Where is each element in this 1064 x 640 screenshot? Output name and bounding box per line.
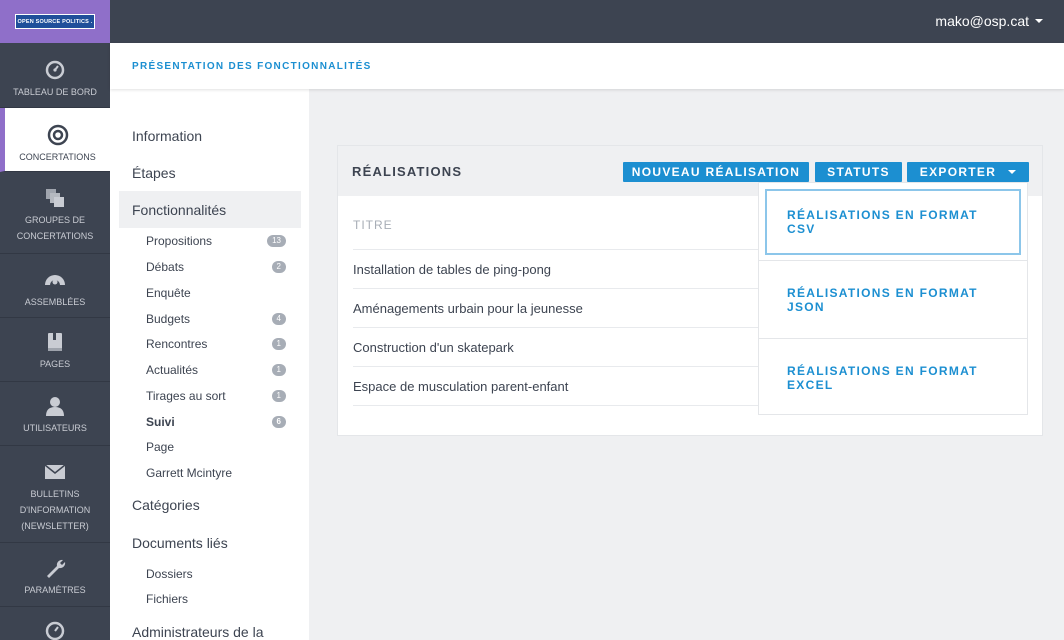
option-format: EXCEL — [787, 378, 834, 392]
dashboard-icon — [43, 58, 67, 82]
row-title: Espace de musculation parent-enfant — [353, 378, 569, 394]
secnav-item-categories[interactable]: Catégories — [119, 486, 301, 523]
export-csv-option[interactable]: RÉALISATIONS EN FORMAT CSV — [759, 183, 1027, 261]
row-title: Installation de tables de ping-pong — [353, 261, 552, 277]
secnav-subitem-label: Tirages au sort — [146, 389, 226, 403]
option-label: RÉALISATIONS EN FORMAT — [787, 364, 978, 378]
table-row[interactable]: Construction d'un skatepark — [353, 327, 773, 366]
secnav-subitem-label: Garrett Mcintyre — [146, 466, 233, 480]
secnav-item-administrateurs[interactable]: Administrateurs de la — [119, 613, 301, 640]
secnav-subitem-page[interactable]: Page — [146, 437, 286, 457]
chevron-down-icon[interactable] — [1035, 19, 1043, 23]
secnav-subitem-label: Enquête — [146, 286, 191, 300]
secnav-subitem-garrett[interactable]: Garrett Mcintyre — [146, 463, 286, 483]
nav-label: PARAMÈTRES — [24, 585, 86, 595]
count-badge: 1 — [271, 390, 286, 402]
table-row[interactable]: Aménagements urbain pour la jeunesse — [353, 288, 773, 327]
new-realisation-button[interactable]: NOUVEAU RÉALISATION — [623, 162, 809, 182]
option-label: RÉALISATIONS EN FORMAT — [787, 285, 978, 300]
secnav-subitem-actualites[interactable]: Actualités 1 — [146, 360, 286, 380]
nav-item-groupes[interactable]: GROUPES DE CONCERTATIONS — [0, 172, 110, 254]
secnav-subitem-dossiers[interactable]: Dossiers — [146, 564, 286, 584]
secnav-subitem-label: Débats — [146, 260, 185, 274]
secnav-subitem-label: Propositions — [146, 234, 213, 248]
secnav-item-documents[interactable]: Documents liés — [119, 524, 301, 561]
secnav-subitem-enquete[interactable]: Enquête — [146, 283, 286, 303]
column-header-titre[interactable]: TITRE — [353, 218, 393, 232]
secnav-item-etapes[interactable]: Étapes — [119, 154, 301, 191]
nav-label: UTILISATEURS — [23, 423, 87, 433]
envelope-icon — [43, 460, 67, 484]
layers-icon — [43, 186, 67, 210]
main-sidebar: OPEN SOURCE POLITICS . TABLEAU DE BORD C… — [0, 0, 110, 640]
export-json-option[interactable]: RÉALISATIONS EN FORMAT JSON — [759, 261, 1027, 339]
secnav-subitem-debats[interactable]: Débats 2 — [146, 257, 286, 277]
nav-label: TABLEAU DE BORD — [13, 87, 97, 97]
logo[interactable]: OPEN SOURCE POLITICS . — [15, 14, 95, 29]
table-row[interactable]: Installation de tables de ping-pong — [353, 249, 773, 288]
secnav-item-fonctionnalites[interactable]: Fonctionnalités — [119, 191, 301, 228]
secnav-subitem-label: Page — [146, 440, 175, 454]
user-icon — [43, 394, 67, 418]
secnav-subitem-label: Actualités — [146, 363, 199, 377]
secnav-subitem-label: Dossiers — [146, 567, 193, 581]
nav-item-utilisateurs[interactable]: UTILISATEURS — [0, 382, 110, 446]
user-menu[interactable]: mako@osp.cat — [935, 13, 1043, 29]
nav-label: PAGES — [39, 359, 71, 369]
nav-label: GROUPES DE CONCERTATIONS — [16, 215, 94, 241]
table-divider — [353, 405, 773, 406]
nav-label: ASSEMBLÉES — [24, 297, 86, 307]
top-bar: mako@osp.cat — [110, 0, 1064, 43]
secnav-subitem-label: Suivi — [146, 415, 175, 429]
count-badge: 13 — [267, 235, 286, 247]
secnav-subitem-label: Rencontres — [146, 337, 208, 351]
statuts-button[interactable]: STATUTS — [815, 162, 902, 182]
row-title: Construction d'un skatepark — [353, 339, 514, 355]
table-row[interactable]: Espace de musculation parent-enfant — [353, 366, 773, 405]
nav-item-dashboard[interactable]: TABLEAU DE BORD — [0, 43, 110, 108]
user-email[interactable]: mako@osp.cat — [935, 13, 1029, 29]
export-button[interactable]: EXPORTER — [907, 162, 1029, 182]
secnav-subitem-budgets[interactable]: Budgets 4 — [146, 309, 286, 329]
logo-area[interactable]: OPEN SOURCE POLITICS . — [0, 0, 110, 43]
count-badge: 1 — [271, 338, 286, 350]
nav-label: CONCERTATIONS — [19, 152, 96, 162]
dashboard-icon — [43, 621, 67, 640]
export-dropdown: RÉALISATIONS EN FORMAT CSV RÉALISATIONS … — [758, 182, 1028, 415]
count-badge: 4 — [271, 313, 286, 325]
count-badge: 2 — [271, 261, 286, 273]
nav-item-concertations[interactable]: CONCERTATIONS — [0, 108, 110, 172]
nav-item-assemblees[interactable]: ASSEMBLÉES — [0, 254, 110, 318]
secnav-subitem-fichiers[interactable]: Fichiers — [146, 589, 286, 609]
card-title: RÉALISATIONS — [352, 164, 463, 179]
export-button-label: EXPORTER — [919, 165, 997, 179]
nav-item-more[interactable] — [0, 607, 110, 640]
secnav-subitem-suivi[interactable]: Suivi 6 — [146, 412, 286, 432]
title-bar: PRÉSENTATION DES FONCTIONNALITÉS — [110, 43, 1064, 89]
count-badge: 1 — [271, 364, 286, 376]
wrench-icon — [43, 556, 67, 580]
secnav-subitem-propositions[interactable]: Propositions 13 — [146, 231, 286, 251]
row-title: Aménagements urbain pour la jeunesse — [353, 300, 583, 316]
option-format: CSV — [787, 221, 816, 236]
book-icon — [43, 330, 67, 354]
secnav-item-information[interactable]: Information — [119, 117, 301, 154]
secnav-subitem-tirages[interactable]: Tirages au sort 1 — [146, 386, 286, 406]
option-format: JSON — [787, 299, 825, 314]
secnav-subitem-rencontres[interactable]: Rencontres 1 — [146, 334, 286, 354]
nav-item-newsletter[interactable]: BULLETINS D'INFORMATION (NEWSLETTER) — [0, 446, 110, 543]
target-icon — [46, 123, 70, 147]
nav-label: BULLETINS D'INFORMATION (NEWSLETTER) — [19, 489, 91, 531]
secnav-subitem-label: Budgets — [146, 312, 191, 326]
secondary-nav: Information Étapes Fonctionnalités Propo… — [110, 89, 309, 640]
export-excel-option[interactable]: RÉALISATIONS EN FORMAT EXCEL — [759, 339, 1027, 417]
count-badge: 6 — [271, 416, 286, 428]
secnav-subitem-label: Fichiers — [146, 592, 189, 606]
nav-item-parametres[interactable]: PARAMÈTRES — [0, 543, 110, 607]
option-label: RÉALISATIONS EN FORMAT — [787, 207, 978, 222]
nav-item-pages[interactable]: PAGES — [0, 318, 110, 382]
page-title: PRÉSENTATION DES FONCTIONNALITÉS — [132, 61, 372, 72]
assembly-icon — [43, 268, 67, 292]
chevron-down-icon — [1008, 170, 1017, 174]
